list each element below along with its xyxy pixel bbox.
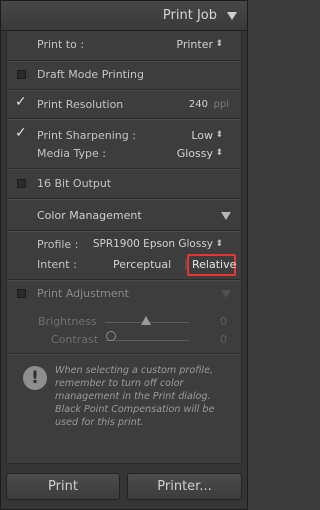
dropdown-arrows-icon[interactable]: ⬍ <box>215 130 223 140</box>
print-resolution-checkbox[interactable]: ✓ <box>15 95 27 109</box>
draft-mode-label: Draft Mode Printing <box>37 68 145 81</box>
panel-title: Print Job <box>162 8 217 23</box>
print-resolution-value[interactable]: 240 <box>189 99 208 110</box>
sharpening-dropdown[interactable]: Low <box>191 129 213 142</box>
brightness-slider-thumb[interactable] <box>141 316 151 325</box>
profile-dropdown[interactable]: SPR1900 Epson Glossy <box>93 238 213 250</box>
brightness-label: Brightness <box>38 315 97 328</box>
print-sharpening-checkbox[interactable]: ✓ <box>15 126 27 140</box>
draft-mode-checkbox[interactable] <box>17 70 26 79</box>
contrast-slider-thumb[interactable] <box>106 331 116 341</box>
collapse-triangle-icon[interactable] <box>227 12 237 20</box>
print-button[interactable]: Print <box>6 473 120 500</box>
print-to-label: Print to : <box>37 38 85 51</box>
dropdown-arrows-icon[interactable]: ⬍ <box>215 148 223 158</box>
16-bit-checkbox[interactable] <box>17 179 26 188</box>
contrast-slider[interactable] <box>105 340 189 341</box>
print-adjustment-label: Print Adjustment <box>37 287 129 300</box>
brightness-value[interactable]: 0 <box>220 315 227 328</box>
color-management-title: Color Management <box>37 209 142 222</box>
dropdown-arrows-icon[interactable]: ⬍ <box>215 39 223 49</box>
contrast-label: Contrast <box>51 333 99 346</box>
intent-relative-option[interactable]: Relative <box>192 258 236 271</box>
section-collapse-icon[interactable] <box>221 212 231 220</box>
printer-button[interactable]: Printer... <box>127 473 242 500</box>
print-adjustment-checkbox[interactable] <box>17 289 26 298</box>
intent-perceptual-option[interactable]: Perceptual <box>113 258 171 271</box>
media-type-label: Media Type : <box>37 147 107 160</box>
print-to-dropdown[interactable]: Printer <box>176 38 213 51</box>
profile-label: Profile : <box>37 238 79 251</box>
panel-body: Print to : Printer ⬍ Draft Mode Printing… <box>6 31 242 464</box>
contrast-value[interactable]: 0 <box>220 333 227 346</box>
intent-label: Intent : <box>37 258 77 271</box>
16-bit-label: 16 Bit Output <box>37 177 112 190</box>
info-message: When selecting a custom profile, remembe… <box>55 365 215 428</box>
warning-icon: ! <box>23 366 47 390</box>
section-collapse-icon[interactable] <box>221 290 231 298</box>
media-type-dropdown[interactable]: Glossy <box>177 147 213 160</box>
panel-header[interactable]: Print Job <box>1 1 247 31</box>
dropdown-arrows-icon[interactable]: ⬍ <box>215 239 223 249</box>
print-sharpening-label: Print Sharpening : <box>37 129 136 142</box>
print-resolution-unit: ppi <box>213 99 229 110</box>
print-resolution-label: Print Resolution <box>37 98 124 111</box>
